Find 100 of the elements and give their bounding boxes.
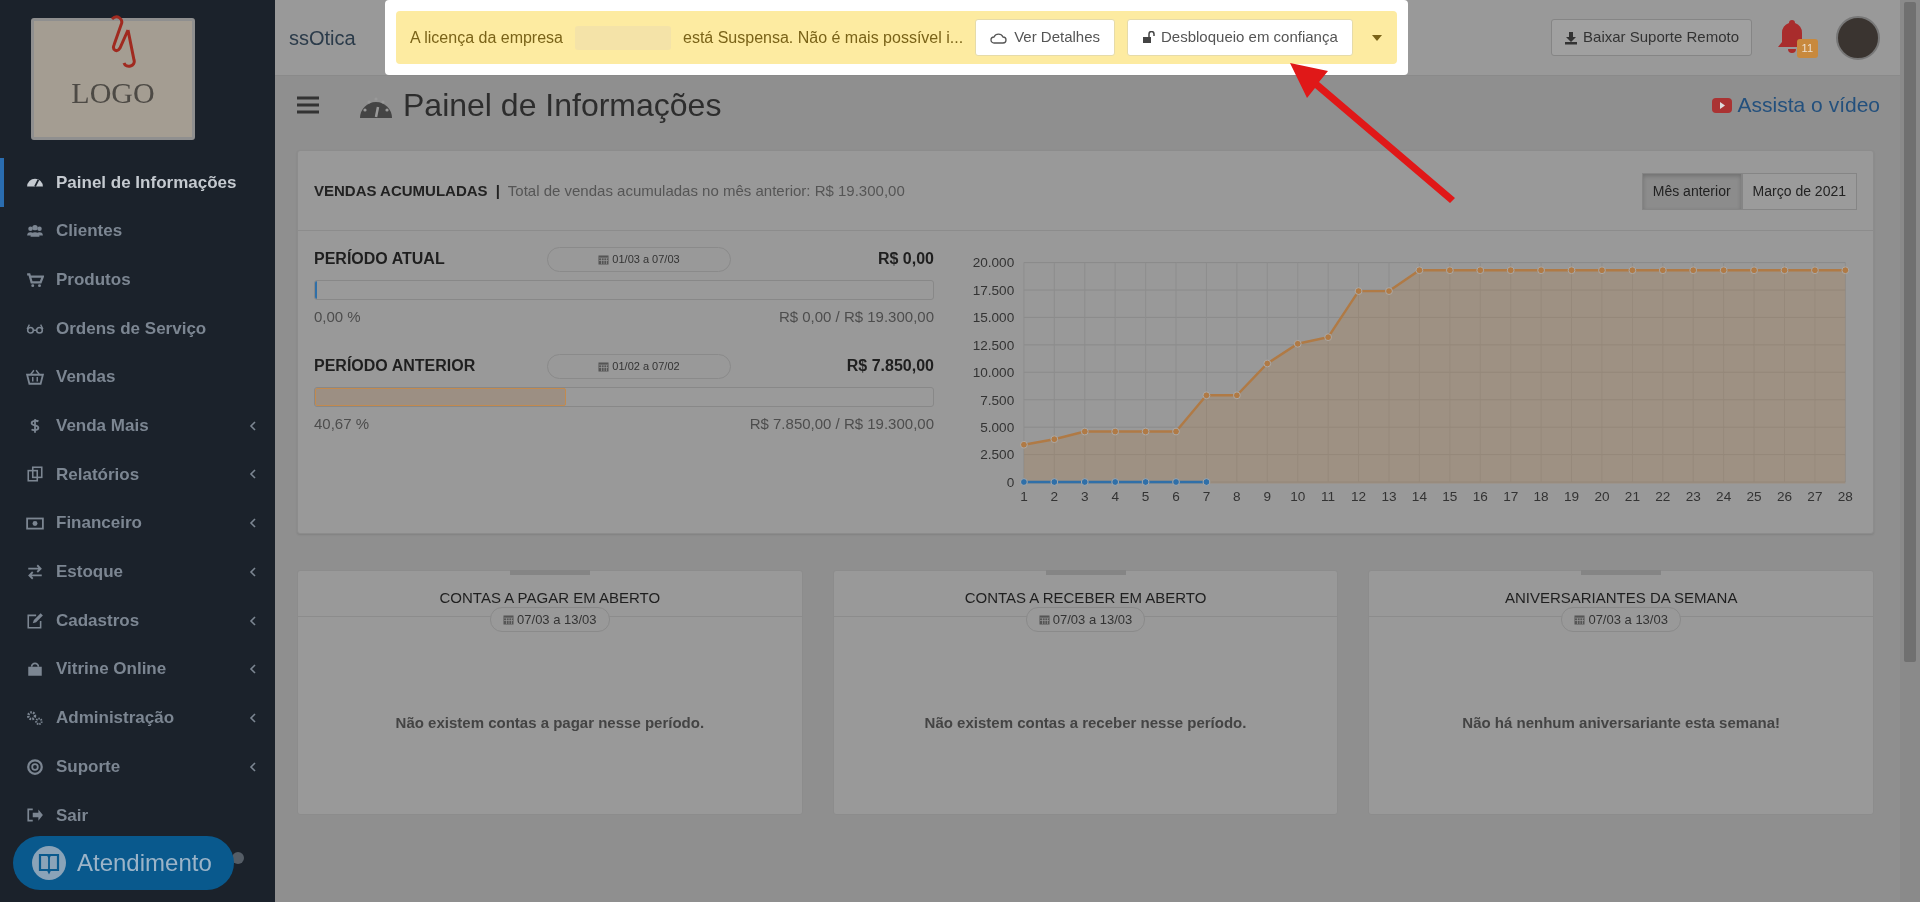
date-range: 07/03 a 13/03 xyxy=(490,606,610,632)
x-tick-label: 23 xyxy=(1685,489,1701,505)
data-point xyxy=(1506,266,1515,275)
data-point xyxy=(1324,333,1333,342)
x-tick-label: 7 xyxy=(1202,489,1211,505)
y-tick-label: 12.500 xyxy=(972,337,1015,353)
x-tick-label: 8 xyxy=(1233,489,1241,505)
empty-message: Não existem contas a pagar nesse período. xyxy=(395,712,705,733)
title-separator: | xyxy=(495,181,500,202)
chevron-icon xyxy=(249,565,257,578)
period-button[interactable]: Março de 2021 xyxy=(1741,173,1857,210)
y-tick-label: 17.500 xyxy=(972,282,1015,298)
data-point xyxy=(1476,266,1485,275)
x-tick-label: 5 xyxy=(1141,489,1150,505)
x-tick-label: 16 xyxy=(1472,489,1488,505)
data-point xyxy=(1719,266,1728,275)
period-value: R$ 7.850,00 xyxy=(845,356,934,377)
x-tick-label: 24 xyxy=(1716,489,1732,505)
data-point xyxy=(1172,478,1180,486)
sidebar-item[interactable]: Vitrine Online xyxy=(0,644,275,694)
period-label: PERÍODO ATUAL xyxy=(314,248,446,270)
x-tick-label: 14 xyxy=(1411,489,1427,505)
x-tick-label: 25 xyxy=(1746,489,1762,505)
menu-icon[interactable] xyxy=(297,96,319,114)
data-point xyxy=(1080,427,1089,436)
avatar[interactable] xyxy=(1836,15,1880,60)
menu-item-icon xyxy=(26,660,44,679)
period-value: R$ 0,00 xyxy=(876,249,934,270)
chevron-icon xyxy=(249,468,257,481)
menu-item-icon xyxy=(26,708,44,727)
x-tick-label: 3 xyxy=(1081,489,1089,505)
x-tick-label: 26 xyxy=(1776,489,1793,505)
data-point xyxy=(1689,266,1698,275)
menu-item-icon xyxy=(26,368,44,387)
calendar-icon xyxy=(503,613,515,625)
empty-message: Não existem contas a receber nesse período. xyxy=(924,712,1247,733)
scrollbar[interactable] xyxy=(1900,0,1920,902)
chevron-icon xyxy=(249,711,257,724)
percent-text: 0,00 % xyxy=(314,306,361,327)
menu-item-icon xyxy=(26,611,44,630)
menu-item-icon xyxy=(26,270,44,289)
alert-button[interactable]: Ver Detalhes xyxy=(975,19,1115,56)
alert-message: está Suspensa. Não é mais possível i... xyxy=(683,27,964,48)
x-tick-label: 19 xyxy=(1564,489,1580,505)
data-point xyxy=(1628,266,1637,275)
x-tick-label: 20 xyxy=(1594,489,1610,505)
data-point xyxy=(1111,478,1120,486)
sidebar-item[interactable]: Financeiro xyxy=(0,498,275,548)
data-point xyxy=(1020,440,1028,449)
data-point xyxy=(1263,359,1272,368)
sidebar-item[interactable]: Vendas xyxy=(0,352,275,402)
data-point xyxy=(1780,266,1789,275)
sidebar-item[interactable]: Clientes xyxy=(0,206,275,256)
chat-button[interactable]: Atendimento xyxy=(13,836,234,890)
data-point xyxy=(1658,266,1667,275)
data-point xyxy=(1841,266,1850,275)
x-tick-label: 2 xyxy=(1050,489,1059,505)
data-point xyxy=(1111,427,1120,436)
y-tick-label: 5.000 xyxy=(980,420,1015,435)
x-tick-label: 28 xyxy=(1837,489,1853,505)
notification-count: 11 xyxy=(1796,39,1818,58)
y-tick-label: 2.500 xyxy=(980,447,1015,463)
alert-button[interactable]: Desbloqueio em confiança xyxy=(1127,19,1353,56)
data-point xyxy=(1293,339,1302,348)
sidebar-item[interactable]: Painel de Informações xyxy=(0,158,275,207)
y-tick-label: 15.000 xyxy=(972,310,1015,326)
caret-icon[interactable] xyxy=(1370,33,1383,42)
video-link[interactable]: Assista o vídeo xyxy=(1711,89,1880,121)
card-title: VENDAS ACUMULADAS xyxy=(314,181,488,202)
sidebar-item[interactable]: Suporte xyxy=(0,742,275,791)
x-tick-label: 17 xyxy=(1503,489,1519,505)
percent-text: 40,67 % xyxy=(314,413,370,434)
sidebar-item[interactable]: Ordens de Serviço xyxy=(0,304,275,353)
calendar-icon xyxy=(1038,613,1050,625)
sidebar-item[interactable]: Estoque xyxy=(0,547,275,597)
sidebar-item[interactable]: Relatórios xyxy=(0,450,275,499)
chevron-icon xyxy=(249,614,257,627)
data-point xyxy=(1020,478,1028,486)
period-button[interactable]: Mês anterior xyxy=(1641,173,1742,210)
data-point xyxy=(1415,266,1424,275)
sidebar-item[interactable]: Venda Mais xyxy=(0,401,275,451)
empty-message: Não há nenhum aniversariante esta semana! xyxy=(1462,712,1780,733)
remote-support-button[interactable]: Baixar Suporte Remoto xyxy=(1551,19,1752,56)
sidebar-item[interactable]: Administração xyxy=(0,693,275,743)
data-point xyxy=(1141,427,1150,436)
data-point xyxy=(1445,266,1454,275)
x-tick-label: 27 xyxy=(1807,489,1823,505)
data-point xyxy=(1537,266,1545,275)
y-tick-label: 10.000 xyxy=(972,365,1015,381)
scroll-thumb[interactable] xyxy=(1904,2,1916,662)
sidebar-item[interactable]: Produtos xyxy=(0,255,275,305)
x-tick-label: 15 xyxy=(1442,489,1458,505)
calendar-icon xyxy=(598,253,610,265)
logo: LOGO xyxy=(31,18,195,140)
page-title: Painel de Informações xyxy=(403,86,722,125)
x-tick-label: 13 xyxy=(1381,489,1397,505)
sidebar-item[interactable]: Cadastros xyxy=(0,596,275,645)
chevron-icon xyxy=(249,663,257,676)
brand-logo: ssOtica xyxy=(289,25,357,51)
data-point xyxy=(1354,287,1363,295)
